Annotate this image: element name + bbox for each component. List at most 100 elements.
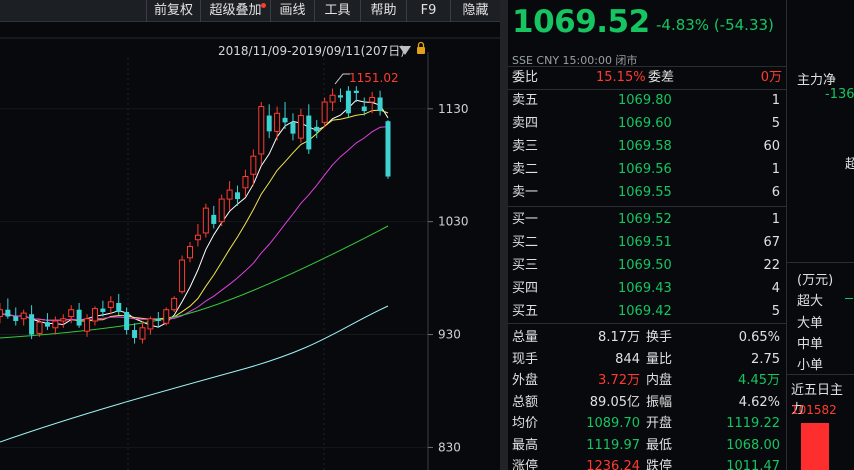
order-book-row[interactable]: 卖四 1069.60 5 [508,112,786,135]
fund-flow-title: 主力净 [797,73,837,88]
order-book-row[interactable]: 卖五 1069.80 1 [508,89,786,112]
candle-body [5,309,11,317]
stat-label: 外盘 [512,373,539,388]
stats-row: 现手 844 量比 2.75 [508,349,786,370]
stats-row: 总额 89.05亿 振幅 4.62% [508,392,786,413]
weibi-row: 委比 15.15% 委差 0万 [508,66,786,89]
order-price: 1069.42 [618,304,672,319]
y-tick-label: 1030 [438,215,469,229]
candle-body [20,312,27,320]
candle-body [385,121,391,177]
toolbar-button-overlay[interactable]: 超级叠加 [200,0,270,22]
five-day-value: 101582 [791,403,837,417]
order-price: 1069.52 [618,212,672,227]
stat-label: 现手 [512,351,539,367]
stat-value: 3.72万 [598,373,640,388]
stat-value: 4.62% [738,394,780,410]
candle-body [306,115,312,150]
order-volume: 1 [771,212,780,227]
stat-value: 844 [615,351,640,367]
stat-label: 涨停 [512,459,539,470]
toolbar-button-f9[interactable]: F9 [406,0,450,22]
stat-value: 4.45万 [738,373,780,388]
candle-body [202,207,209,234]
toolbar-button-tools[interactable]: 工具 [314,0,360,22]
order-volume: 60 [763,139,780,154]
candle-body [226,189,233,200]
order-book-row[interactable]: 买二 1069.51 67 [508,231,786,254]
candle-body [84,318,91,332]
order-book-row[interactable]: 卖三 1069.58 60 [508,135,786,158]
candle-body [132,330,138,338]
candle-body [139,327,146,340]
kline-chart[interactable]: 2018/11/09-2019/09/11(207日) 1130 1030 930 8… [0,22,500,470]
candle-body [116,302,122,312]
candle-body [68,309,75,317]
weicha-value: 0万 [760,70,782,85]
order-price: 1069.80 [618,93,672,108]
stat-label: 最高 [512,437,539,453]
stat-value: 0.65% [738,330,780,345]
moving-averages [0,99,389,443]
order-level-label: 买一 [512,212,539,227]
order-level-label: 买五 [512,304,539,319]
stat-label: 总量 [512,330,539,345]
fund-flow-panel: 主力净 -136 超 (万元) 超大 大单 中单 小单 近五日主力 101582 [786,0,854,470]
candle-body [155,318,161,322]
order-volume: 5 [771,304,780,319]
five-day-bar [801,423,829,470]
stat-label: 总额 [512,394,539,410]
candle-body [321,101,328,123]
stats-row: 总量 8.17万 换手 0.65% [508,327,786,348]
last-price: 1069.52 [512,4,650,40]
candle-body [297,115,304,139]
stat-label: 振幅 [646,394,673,410]
ma5-line [0,99,389,328]
toolbar-button-fq[interactable]: 前复权 [146,0,200,22]
candle-body [242,176,249,189]
order-book-row[interactable]: 买五 1069.42 5 [508,300,786,323]
date-range-label: 2018/11/09-2019/09/11(207日) [218,44,405,58]
candle-body [194,234,201,241]
toolbar-button-help[interactable]: 帮助 [360,0,406,22]
y-tick-label: 930 [438,328,461,342]
order-book-row[interactable]: 买一 1069.52 1 [508,208,786,231]
candle-body [211,214,217,224]
ma20-line [0,126,389,321]
fund-flow-row-large: 大单 [797,316,824,331]
order-book-row[interactable]: 卖二 1069.56 1 [508,158,786,181]
order-price: 1069.43 [618,281,672,296]
order-book-row[interactable]: 买三 1069.50 22 [508,254,786,277]
toolbar-button-hide[interactable]: 隐藏 [450,0,500,22]
candle-body [147,318,154,330]
candle-body [218,198,225,223]
order-price: 1069.55 [618,185,672,200]
order-price: 1069.56 [618,162,672,177]
candle-body [171,297,178,311]
weibi-label: 委比 [512,70,539,85]
order-level-label: 卖一 [512,185,539,200]
fund-flow-unit: (万元) [797,273,834,288]
stat-label: 跌停 [646,459,673,470]
order-book-row[interactable]: 买四 1069.43 4 [508,277,786,300]
candle-body [100,308,106,312]
fund-flow-row-medium: 中单 [797,337,824,352]
order-book-row[interactable]: 卖一 1069.55 6 [508,181,786,204]
order-volume: 67 [763,235,780,250]
order-level-label: 卖四 [512,116,539,131]
toolbar-button-draw[interactable]: 画线 [270,0,314,22]
stat-value: 1068.00 [726,437,780,453]
candle-body [377,97,383,112]
stat-label: 换手 [646,330,673,345]
stats-row: 外盘 3.72万 内盘 4.45万 [508,370,786,391]
order-price: 1069.58 [618,139,672,154]
candle-body [29,314,35,335]
stat-value: 1011.47 [726,459,780,470]
weicha-label: 委差 [648,70,675,85]
candle-body [274,112,281,132]
lock-icon[interactable] [417,47,425,54]
weibi-value: 15.15% [596,70,646,85]
stat-label: 均价 [512,416,539,431]
stat-value: 2.75 [751,351,780,367]
ma10-line [0,109,389,322]
